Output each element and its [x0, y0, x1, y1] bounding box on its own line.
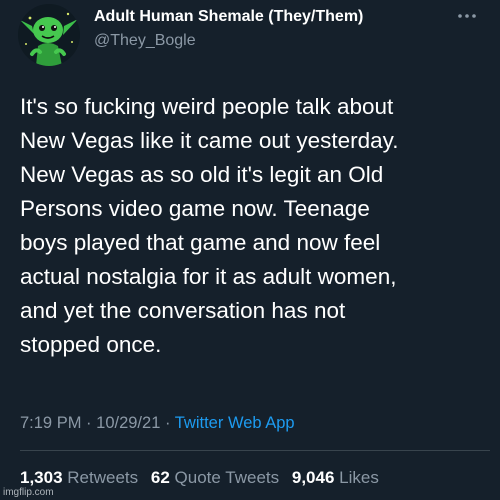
quote-tweets-stat[interactable]: 62 Quote Tweets: [151, 468, 279, 487]
quote-tweets-label: Quote Tweets: [174, 468, 280, 487]
tweet-card: Adult Human Shemale (They/Them) @They_Bo…: [0, 0, 500, 500]
watermark: imgflip.com: [3, 487, 54, 498]
retweets-label: Retweets: [67, 468, 139, 487]
likes-label: Likes: [339, 468, 379, 487]
meta-separator: ·: [164, 414, 171, 432]
likes-count: 9,046: [291, 468, 335, 487]
quote-tweets-count: 62: [150, 468, 170, 487]
tweet-date[interactable]: 10/29/21: [96, 414, 160, 432]
tweet-meta: 7:19 PM · 10/29/21 · Twitter Web App: [20, 414, 295, 433]
retweets-stat[interactable]: 1,303 Retweets: [20, 468, 138, 487]
divider: [20, 450, 490, 451]
meta-separator: ·: [86, 414, 92, 432]
goblin-avatar-icon: [18, 4, 80, 66]
tweet-stats: 1,303 Retweets 62 Quote Tweets 9,046 Lik…: [20, 468, 387, 488]
tweet-text: It's so fucking weird people talk about …: [20, 94, 399, 357]
display-name[interactable]: Adult Human Shemale (They/Them): [94, 8, 363, 26]
user-handle[interactable]: @They_Bogle: [94, 32, 196, 50]
tweet-source-link[interactable]: Twitter Web App: [175, 414, 295, 432]
likes-stat[interactable]: 9,046 Likes: [292, 468, 379, 487]
tweet-time[interactable]: 7:19 PM: [20, 414, 81, 432]
more-horizontal-icon[interactable]: [456, 8, 478, 24]
avatar[interactable]: [18, 4, 80, 66]
retweets-count: 1,303: [20, 468, 63, 487]
